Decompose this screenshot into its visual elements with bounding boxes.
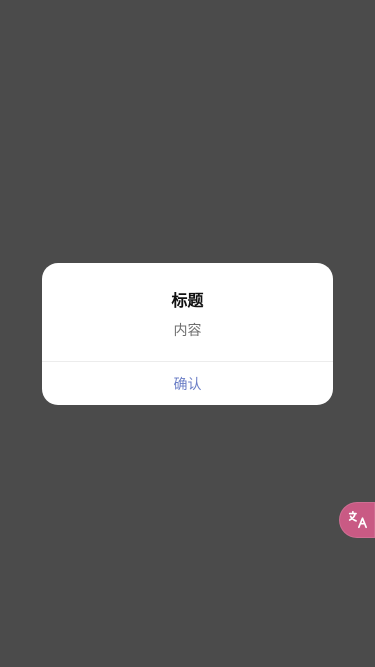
app-screen: 标题 内容 确认: [0, 0, 375, 667]
dialog-body: 标题 内容: [42, 263, 333, 361]
translate-icon: [348, 510, 367, 529]
modal-dialog: 标题 内容 确认: [42, 263, 333, 405]
dialog-actions: 确认: [42, 362, 333, 405]
translate-floating-button[interactable]: [339, 502, 375, 538]
confirm-button[interactable]: 确认: [42, 362, 333, 405]
dialog-title: 标题: [171, 291, 204, 310]
dialog-content: 内容: [173, 323, 202, 339]
